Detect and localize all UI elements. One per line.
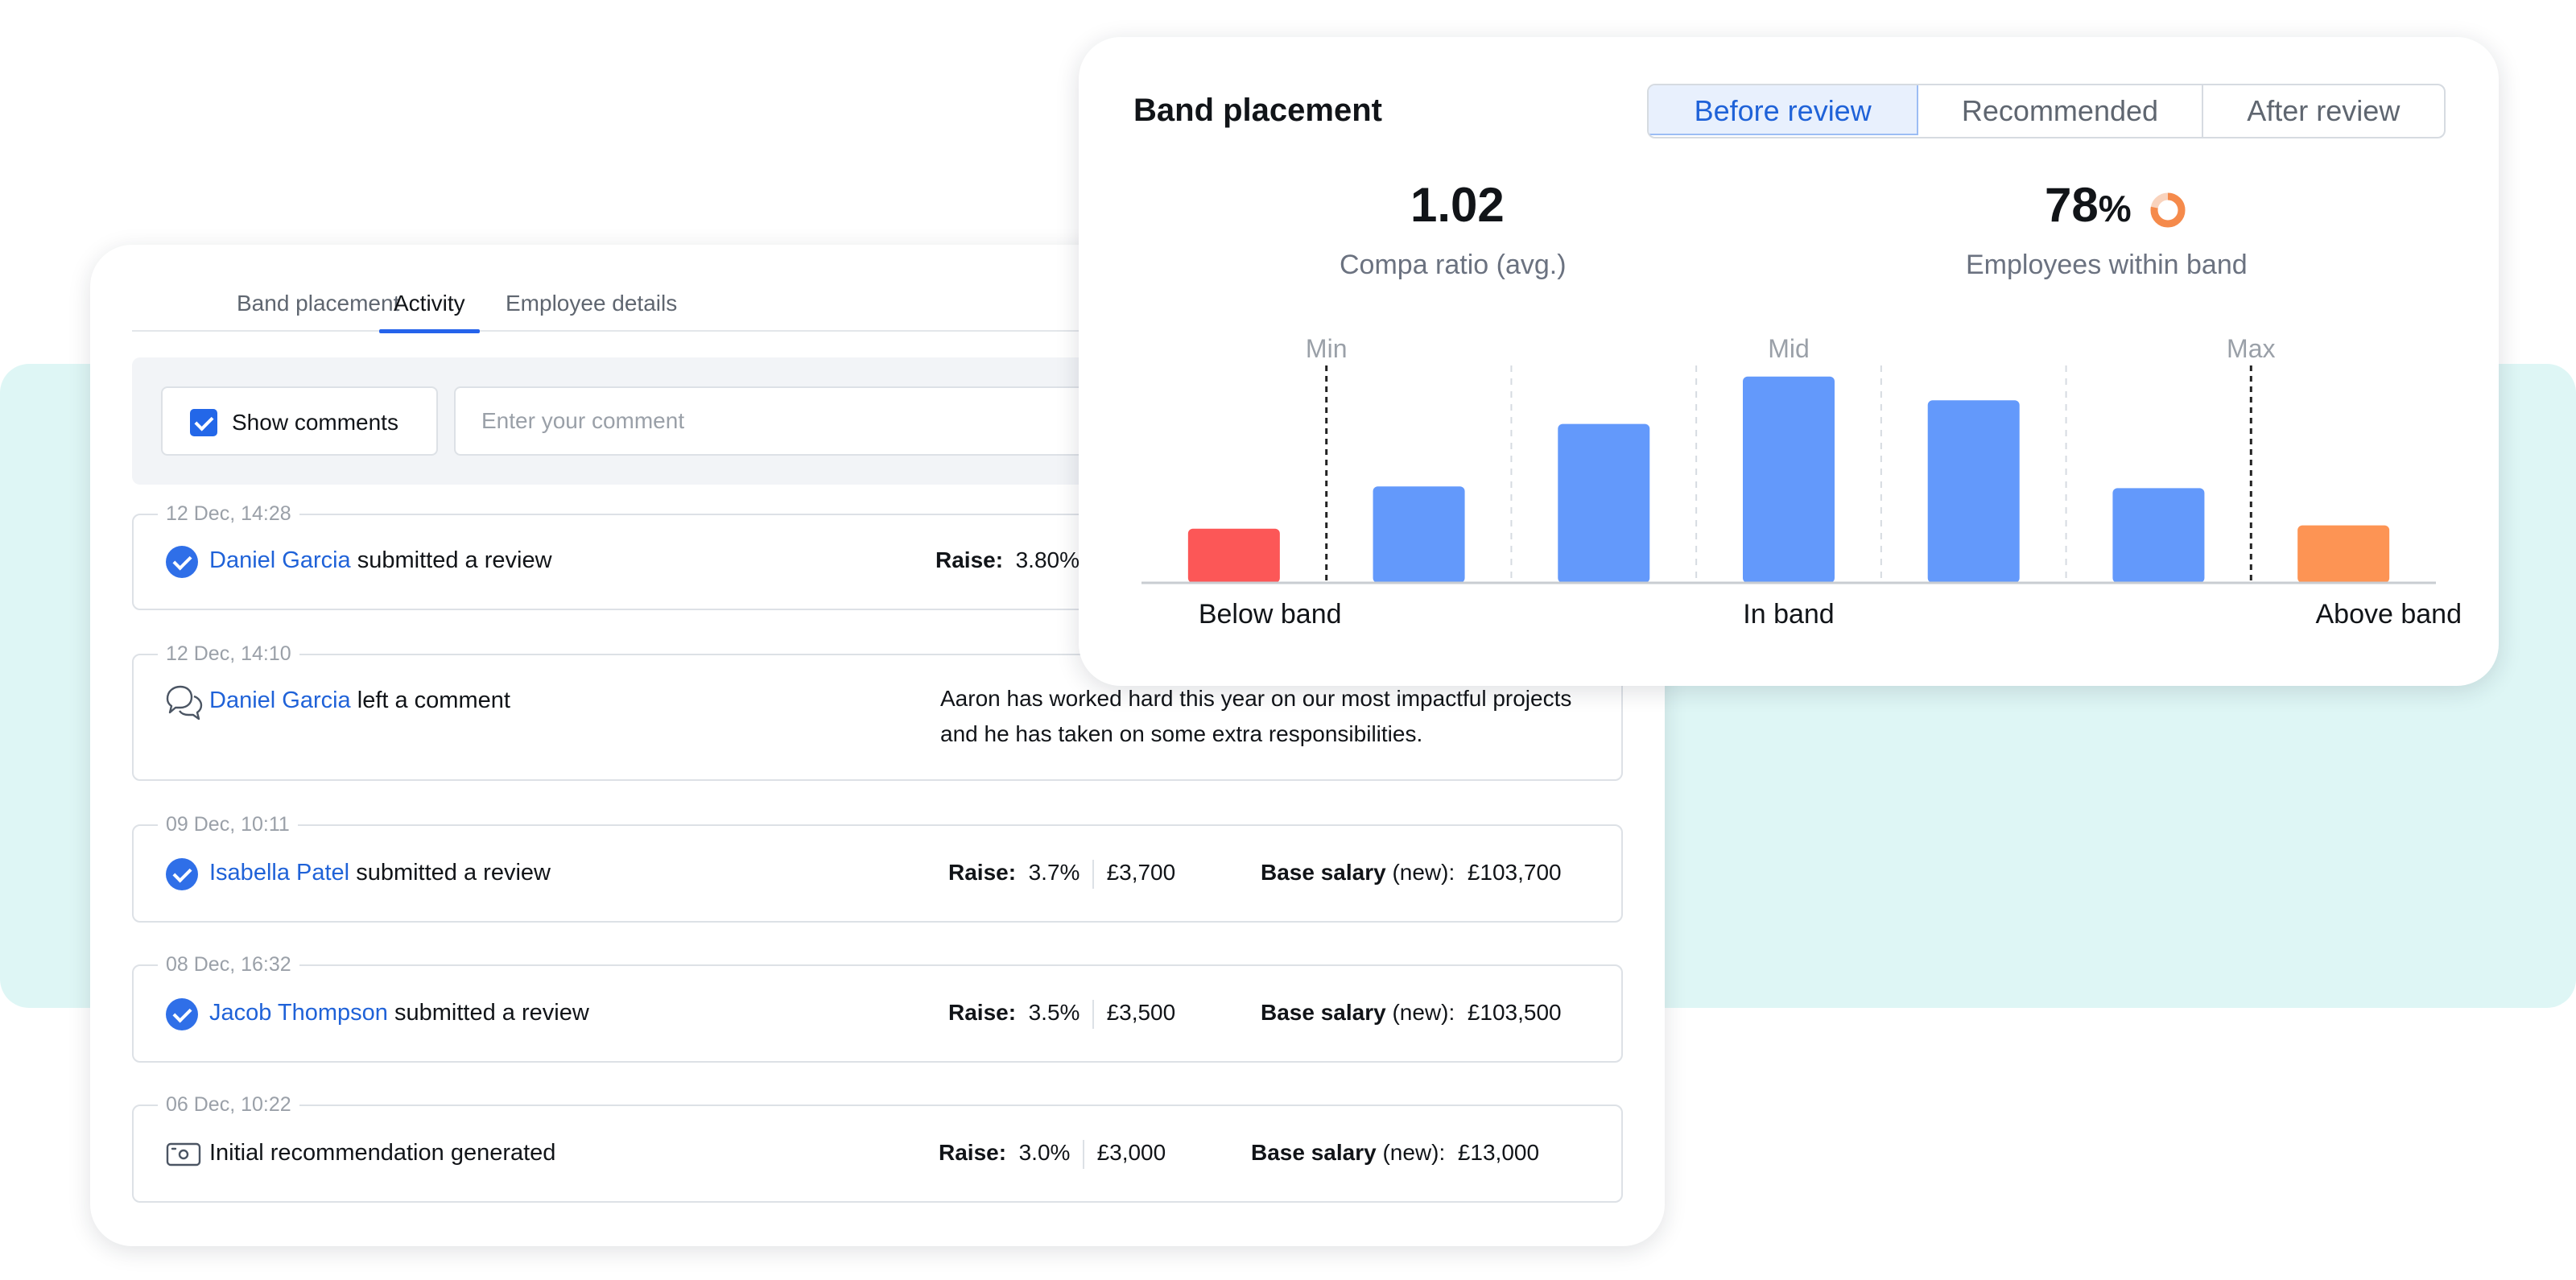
raise-label: Raise: — [935, 547, 1004, 572]
salary-figures: Base salary (new): £103,700 — [1261, 857, 1562, 889]
entry-timestamp: 09 Dec, 10:11 — [158, 811, 298, 837]
salary-label: Base salary — [1251, 1140, 1377, 1165]
band-distribution-chart: Min Mid Max Below band In band Above band — [1141, 334, 2462, 630]
entry-summary: Daniel Garcia submitted a review — [209, 544, 552, 576]
tab-band-placement[interactable]: Band placement — [237, 280, 399, 332]
show-comments-checkbox[interactable] — [190, 409, 217, 436]
band-bar-below — [1187, 528, 1280, 583]
entry-action: submitted a review — [356, 860, 551, 886]
raise-percent: 3.80% — [1015, 547, 1080, 572]
comment-icon — [166, 685, 203, 721]
band-bar-in — [1558, 423, 1650, 583]
new-salary: £103,700 — [1467, 860, 1562, 885]
salary-figures: Base salary (new): £103,500 — [1261, 997, 1562, 1029]
entry-timestamp: 08 Dec, 16:32 — [158, 952, 299, 977]
entry-timestamp: 12 Dec, 14:28 — [158, 501, 299, 526]
raise-percent: 3.7% — [1028, 860, 1080, 885]
show-comments-label: Show comments — [232, 410, 398, 435]
band-bar-above — [2297, 525, 2390, 583]
raise-percent: 3.5% — [1028, 1000, 1080, 1025]
entry-action: submitted a review — [357, 547, 552, 573]
check-circle-icon — [166, 858, 198, 890]
raise-label: Raise: — [939, 1140, 1007, 1165]
salary-qualifier: (new): — [1392, 1000, 1455, 1025]
salary-label: Base salary — [1261, 860, 1386, 885]
activity-entry: 09 Dec, 10:11 Isabella Patel submitted a… — [132, 811, 1623, 923]
person-link[interactable]: Daniel Garcia — [209, 687, 351, 713]
salary-qualifier: (new): — [1382, 1140, 1446, 1165]
raise-amount: £3,700 — [1106, 860, 1176, 885]
raise-amount: £3,000 — [1096, 1140, 1166, 1165]
band-bar-in — [1927, 400, 2020, 583]
activity-entry: 08 Dec, 16:32 Jacob Thompson submitted a… — [132, 952, 1623, 1063]
raise-figures: Raise: 3.80% — [935, 544, 1080, 576]
entry-summary: Daniel Garcia left a comment — [209, 684, 510, 716]
zone-label-1: In band — [1743, 599, 1834, 630]
new-salary: £103,500 — [1467, 1000, 1562, 1025]
entry-summary: Jacob Thompson submitted a review — [209, 997, 589, 1029]
person-link[interactable]: Isabella Patel — [209, 860, 349, 886]
marker-label-min: Min — [1306, 334, 1348, 363]
tab-activity[interactable]: Activity — [379, 280, 480, 333]
entry-action: submitted a review — [394, 1000, 589, 1026]
band-bar-in — [2112, 488, 2205, 583]
marker-label-mid: Mid — [1768, 334, 1810, 363]
new-salary: £13,000 — [1457, 1140, 1540, 1165]
band-placement-card: Band placement Before review Recommended… — [1079, 37, 2499, 686]
entry-timestamp: 12 Dec, 14:10 — [158, 641, 299, 667]
salary-label: Base salary — [1261, 1000, 1386, 1025]
band-bar-in — [1743, 376, 1835, 583]
raise-figures: Raise: 3.7% £3,700 — [948, 857, 1175, 889]
check-circle-icon — [166, 546, 198, 578]
comment-text: Aaron has worked hard this year on our m… — [940, 686, 1572, 746]
check-circle-icon — [166, 998, 198, 1030]
entry-action: left a comment — [357, 687, 510, 713]
band-bar-in — [1373, 486, 1465, 583]
tab-employee-details[interactable]: Employee details — [506, 280, 677, 332]
entry-summary: Initial recommendation generated — [209, 1137, 555, 1169]
raise-figures: Raise: 3.0% £3,000 — [939, 1137, 1166, 1169]
salary-qualifier: (new): — [1392, 860, 1455, 885]
salary-figures: Base salary (new): £13,000 — [1251, 1137, 1539, 1169]
raise-amount: £3,500 — [1106, 1000, 1176, 1025]
zone-label-0: Below band — [1199, 599, 1342, 630]
marker-label-max: Max — [2227, 334, 2275, 363]
person-link[interactable]: Jacob Thompson — [209, 1000, 388, 1026]
raise-label: Raise: — [948, 860, 1017, 885]
raise-figures: Raise: 3.5% £3,500 — [948, 997, 1175, 1029]
entry-action: Initial recommendation generated — [209, 1140, 556, 1166]
money-icon — [166, 1142, 201, 1166]
person-link[interactable]: Daniel Garcia — [209, 547, 351, 573]
entry-timestamp: 06 Dec, 10:22 — [158, 1092, 299, 1117]
entry-summary: Isabella Patel submitted a review — [209, 857, 551, 889]
raise-label: Raise: — [948, 1000, 1017, 1025]
show-comments-toggle[interactable]: Show comments — [161, 386, 438, 456]
activity-entry: 06 Dec, 10:22 Initial recommendation gen… — [132, 1092, 1623, 1203]
raise-percent: 3.0% — [1018, 1140, 1071, 1165]
zone-label-2: Above band — [2316, 599, 2462, 630]
